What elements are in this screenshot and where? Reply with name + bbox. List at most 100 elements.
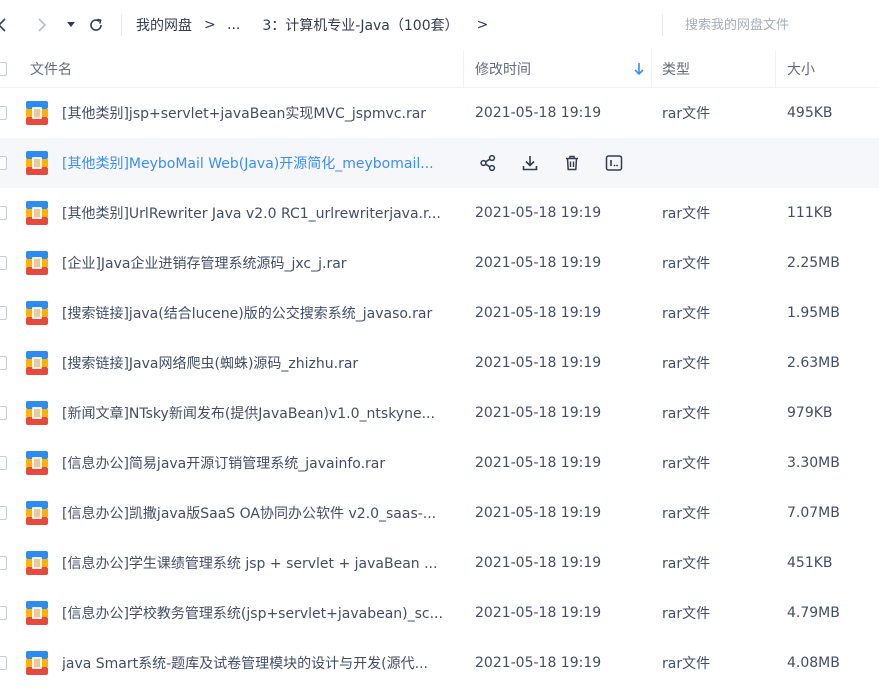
row-checkbox[interactable] <box>0 106 7 120</box>
file-list: [其他类别]jsp+servlet+javaBean实现MVC_jspmvc.r… <box>0 88 879 688</box>
row-checkbox[interactable] <box>0 606 7 620</box>
file-modified: 2021-05-18 19:19 <box>475 405 602 421</box>
column-divider <box>651 50 652 88</box>
row-checkbox[interactable] <box>0 456 7 470</box>
download-icon <box>522 156 538 171</box>
share-button[interactable] <box>476 151 500 175</box>
file-row[interactable]: [其他类别]jsp+servlet+javaBean实现MVC_jspmvc.r… <box>0 88 879 138</box>
file-row[interactable]: [新闻文章]NTsky新闻发布(提供JavaBean)v1.0_ntskyne.… <box>0 388 879 438</box>
column-header-name[interactable]: 文件名 <box>30 50 72 88</box>
column-divider <box>463 50 464 88</box>
file-row[interactable]: [信息办公]学生课绩管理系统 jsp + servlet + javaBean … <box>0 538 879 588</box>
file-type: rar文件 <box>662 656 711 672</box>
file-name[interactable]: [企业]Java企业进销存管理系统源码_jxc_j.rar <box>62 238 458 288</box>
file-name[interactable]: [其他类别]UrlRewriter Java v2.0 RC1_urlrewri… <box>62 188 458 238</box>
search-input[interactable] <box>676 12 876 38</box>
file-size: 979KB <box>787 405 833 421</box>
file-type: rar文件 <box>662 306 711 322</box>
breadcrumb: 我的网盘 > ... 3：计算机专业-Java（100套） > <box>136 14 488 36</box>
file-size: 111KB <box>787 205 833 221</box>
file-type: rar文件 <box>662 206 711 222</box>
rar-file-icon <box>26 201 48 225</box>
file-row[interactable]: [搜索链接]java(结合lucene)版的公交搜索系统_javaso.rar … <box>0 288 879 338</box>
rar-file-icon <box>26 251 48 275</box>
breadcrumb-expand-arrow[interactable]: > <box>477 17 489 33</box>
select-all-checkbox[interactable] <box>0 62 7 76</box>
file-modified: 2021-05-18 19:19 <box>475 555 602 571</box>
file-modified: 2021-05-18 19:19 <box>475 105 602 121</box>
more-button[interactable] <box>602 151 626 175</box>
refresh-icon <box>90 18 102 31</box>
breadcrumb-root[interactable]: 我的网盘 <box>136 15 192 35</box>
file-size: 2.25MB <box>787 255 840 271</box>
file-name[interactable]: [其他类别]jsp+servlet+javaBean实现MVC_jspmvc.r… <box>62 88 458 138</box>
file-modified: 2021-05-18 19:19 <box>475 305 602 321</box>
column-divider <box>775 50 776 88</box>
file-modified: 2021-05-18 19:19 <box>475 355 602 371</box>
file-name[interactable]: [新闻文章]NTsky新闻发布(提供JavaBean)v1.0_ntskyne.… <box>62 388 458 438</box>
file-name[interactable]: java Smart系统-题库及试卷管理模块的设计与开发(源代... <box>62 638 458 688</box>
file-name[interactable]: [其他类别]MeyboMail Web(Java)开源简化_meybomail.… <box>62 138 458 188</box>
file-modified: 2021-05-18 19:19 <box>475 655 602 671</box>
chevron-right-icon <box>38 18 47 32</box>
row-checkbox[interactable] <box>0 556 7 570</box>
refresh-button[interactable] <box>86 14 106 36</box>
row-checkbox[interactable] <box>0 506 7 520</box>
file-name[interactable]: [信息办公]简易java开源订销管理系统_javainfo.rar <box>62 438 458 488</box>
row-checkbox[interactable] <box>0 156 7 170</box>
file-modified: 2021-05-18 19:19 <box>475 255 602 271</box>
column-header-size[interactable]: 大小 <box>787 50 815 88</box>
rar-file-icon <box>26 501 48 525</box>
file-name[interactable]: [信息办公]学生课绩管理系统 jsp + servlet + javaBean … <box>62 538 458 588</box>
file-size: 1.95MB <box>787 305 840 321</box>
breadcrumb-ellipsis[interactable]: ... <box>227 17 240 33</box>
file-name[interactable]: [搜索链接]Java网络爬虫(蜘蛛)源码_zhizhu.rar <box>62 338 458 388</box>
file-row[interactable]: [信息办公]简易java开源订销管理系统_javainfo.rar 2021-0… <box>0 438 879 488</box>
row-checkbox[interactable] <box>0 256 7 270</box>
rar-file-icon <box>26 151 48 175</box>
breadcrumb-current[interactable]: 3：计算机专业-Java（100套） <box>262 15 458 35</box>
file-size: 3.30MB <box>787 455 840 471</box>
trash-icon <box>566 155 578 171</box>
file-type: rar文件 <box>662 256 711 272</box>
file-type: rar文件 <box>662 556 711 572</box>
row-checkbox[interactable] <box>0 306 7 320</box>
row-checkbox[interactable] <box>0 656 7 670</box>
chevron-left-icon <box>0 18 6 32</box>
file-row[interactable]: java Smart系统-题库及试卷管理模块的设计与开发(源代... 2021-… <box>0 638 879 688</box>
file-size: 7.07MB <box>787 505 840 521</box>
file-row[interactable]: [搜索链接]Java网络爬虫(蜘蛛)源码_zhizhu.rar 2021-05-… <box>0 338 879 388</box>
file-row[interactable]: [其他类别]MeyboMail Web(Java)开源简化_meybomail.… <box>0 138 879 188</box>
file-name[interactable]: [信息办公]学校教务管理系统(jsp+servlet+javabean)_sc.… <box>62 588 458 638</box>
top-nav-bar: 我的网盘 > ... 3：计算机专业-Java（100套） > <box>0 0 879 50</box>
rar-file-icon <box>26 101 48 125</box>
rar-file-icon <box>26 401 48 425</box>
row-checkbox[interactable] <box>0 406 7 420</box>
file-list-header: 文件名 修改时间 类型 大小 <box>0 50 879 88</box>
forward-button[interactable] <box>34 14 50 36</box>
delete-button[interactable] <box>560 151 584 175</box>
column-header-type[interactable]: 类型 <box>662 50 690 88</box>
history-dropdown-button[interactable] <box>64 14 78 36</box>
file-size: 4.08MB <box>787 655 840 671</box>
file-row[interactable]: [其他类别]UrlRewriter Java v2.0 RC1_urlrewri… <box>0 188 879 238</box>
download-button[interactable] <box>518 151 542 175</box>
file-row[interactable]: [企业]Java企业进销存管理系统源码_jxc_j.rar 2021-05-18… <box>0 238 879 288</box>
row-checkbox[interactable] <box>0 356 7 370</box>
file-modified: 2021-05-18 19:19 <box>475 505 602 521</box>
rar-file-icon <box>26 551 48 575</box>
share-icon <box>480 154 496 172</box>
column-header-modified[interactable]: 修改时间 <box>475 50 531 88</box>
back-button[interactable] <box>0 14 10 36</box>
file-type: rar文件 <box>662 406 711 422</box>
row-checkbox[interactable] <box>0 206 7 220</box>
file-name[interactable]: [搜索链接]java(结合lucene)版的公交搜索系统_javaso.rar <box>62 288 458 338</box>
rar-file-icon <box>26 451 48 475</box>
sort-arrow-down-icon[interactable] <box>633 62 645 76</box>
file-modified: 2021-05-18 19:19 <box>475 205 602 221</box>
file-row[interactable]: [信息办公]凯撒java版SaaS OA协同办公软件 v2.0_saas-...… <box>0 488 879 538</box>
file-row[interactable]: [信息办公]学校教务管理系统(jsp+servlet+javabean)_sc.… <box>0 588 879 638</box>
file-modified: 2021-05-18 19:19 <box>475 455 602 471</box>
file-name[interactable]: [信息办公]凯撒java版SaaS OA协同办公软件 v2.0_saas-... <box>62 488 458 538</box>
file-type: rar文件 <box>662 606 711 622</box>
